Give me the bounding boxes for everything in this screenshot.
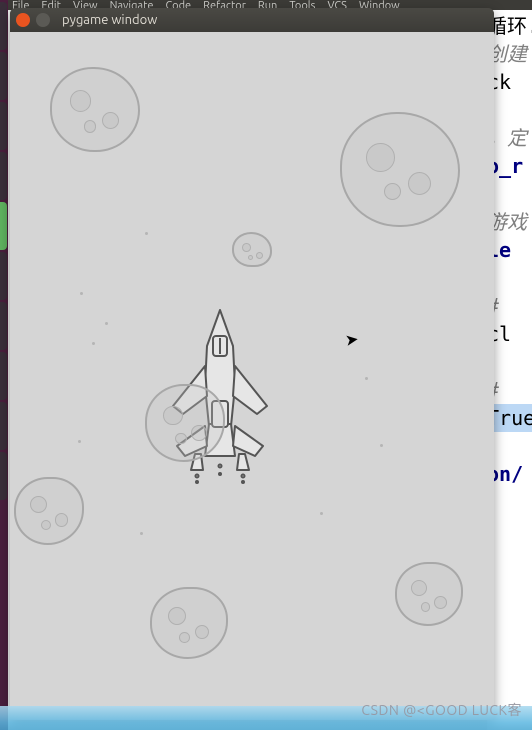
launcher-item[interactable] (0, 2, 7, 50)
star-dot (78, 440, 81, 443)
star-dot (92, 342, 95, 345)
star-dot (380, 444, 383, 447)
launcher-item[interactable] (0, 452, 7, 500)
asteroid-sprite (340, 112, 460, 227)
window-titlebar[interactable]: pygame window (10, 8, 494, 32)
launcher-item[interactable] (0, 302, 7, 350)
minimize-icon[interactable] (36, 13, 50, 27)
launcher-item[interactable] (0, 402, 7, 450)
pygame-window: pygame window (10, 8, 494, 720)
window-title: pygame window (62, 13, 157, 27)
star-dot (80, 292, 83, 295)
asteroid-sprite (150, 587, 228, 659)
launcher-item-active[interactable] (0, 202, 7, 250)
star-dot (145, 232, 148, 235)
asteroid-sprite (14, 477, 84, 545)
close-icon[interactable] (16, 13, 30, 27)
star-dot (105, 322, 108, 325)
csdn-watermark: CSDN @<GOOD LUCK客 (361, 700, 522, 720)
star-dot (140, 532, 143, 535)
launcher-item[interactable] (0, 152, 7, 200)
game-canvas[interactable]: ➤ (10, 32, 494, 720)
launcher-item[interactable] (0, 252, 7, 300)
launcher-item[interactable] (0, 52, 7, 100)
launcher-item[interactable] (0, 102, 7, 150)
mouse-cursor-icon: ➤ (344, 329, 360, 350)
launcher-item[interactable] (0, 352, 7, 400)
asteroid-sprite (50, 67, 140, 152)
asteroid-sprite (232, 232, 272, 267)
asteroid-sprite (395, 562, 463, 626)
star-dot (320, 512, 323, 515)
star-dot (365, 377, 368, 380)
ubuntu-launcher (0, 0, 8, 730)
